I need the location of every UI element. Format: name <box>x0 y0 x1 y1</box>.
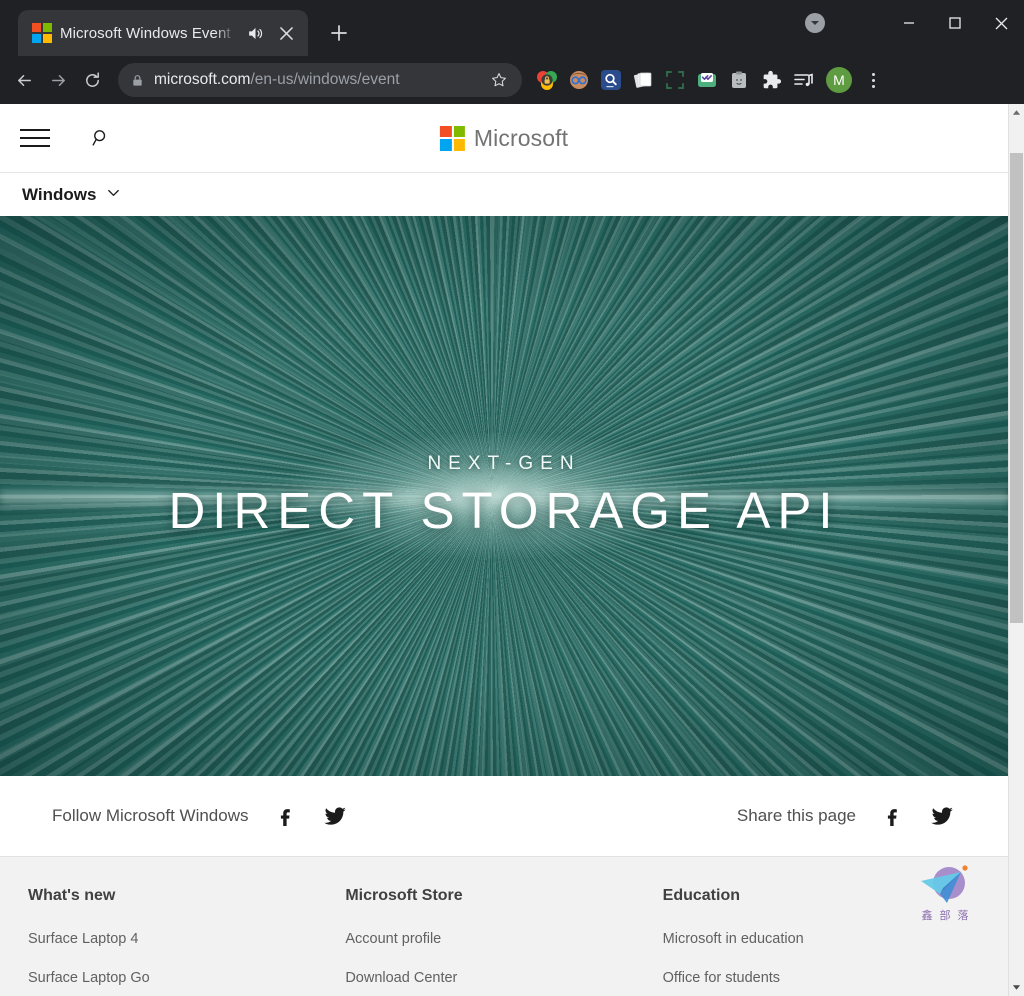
facebook-icon[interactable] <box>271 802 299 830</box>
microsoft-site-header: Microsoft <box>0 104 1008 172</box>
page-viewport: Microsoft Windows NEXT-GEN DIRECT STORAG… <box>0 104 1024 996</box>
url-path: /en-us/windows/event <box>250 71 400 88</box>
footer-link[interactable]: Office for students <box>663 970 980 986</box>
close-window-button[interactable] <box>978 0 1024 46</box>
speaker-playing-icon[interactable] <box>244 22 266 44</box>
chevron-down-icon[interactable] <box>106 185 121 205</box>
avatar-glasses-icon[interactable] <box>566 67 592 93</box>
watermark-text: 鑫 部 落 <box>921 910 971 922</box>
screenshot-select-icon[interactable] <box>662 67 688 93</box>
new-tab-button[interactable] <box>322 16 356 50</box>
microsoft-logo[interactable]: Microsoft <box>439 124 569 152</box>
tab-close-icon[interactable] <box>274 21 298 45</box>
search-icon[interactable] <box>84 121 118 155</box>
reload-icon[interactable] <box>76 64 108 96</box>
puzzle-extensions-icon[interactable] <box>758 67 784 93</box>
hamburger-menu-icon[interactable] <box>20 121 54 155</box>
social-bar: Follow Microsoft Windows Share this page <box>0 776 1008 856</box>
footer-link[interactable]: Surface Laptop Go <box>28 970 345 986</box>
scroll-down-arrow-icon[interactable] <box>1009 979 1024 996</box>
facebook-icon[interactable] <box>878 802 906 830</box>
forward-arrow-icon[interactable] <box>42 64 74 96</box>
back-arrow-icon[interactable] <box>8 64 40 96</box>
scrollbar-thumb[interactable] <box>1010 153 1023 623</box>
tab-strip: Microsoft Windows Event - <box>0 0 1024 56</box>
site-footer: What's new Surface Laptop 4 Surface Lapt… <box>0 856 1008 996</box>
window-controls <box>798 0 1024 46</box>
maximize-button[interactable] <box>932 0 978 46</box>
footer-link[interactable]: Microsoft in education <box>663 931 980 947</box>
footer-column-title: Microsoft Store <box>345 887 463 904</box>
url-text: microsoft.com/en-us/windows/event <box>154 71 478 89</box>
browser-toolbar: microsoft.com/en-us/windows/event M <box>0 56 1024 104</box>
site-subnav: Windows <box>0 172 1008 216</box>
address-bar[interactable]: microsoft.com/en-us/windows/event <box>118 63 522 97</box>
hero-banner: NEXT-GEN DIRECT STORAGE API <box>0 216 1008 776</box>
password-manager-icon[interactable] <box>534 67 560 93</box>
scroll-up-arrow-icon[interactable] <box>1009 104 1024 121</box>
subnav-item-windows[interactable]: Windows <box>22 185 96 205</box>
url-domain: microsoft.com <box>154 71 251 88</box>
extension-icons: M <box>534 67 886 93</box>
search-extension-icon[interactable] <box>598 67 624 93</box>
web-page-content: Microsoft Windows NEXT-GEN DIRECT STORAG… <box>0 104 1008 996</box>
watermark-mark-icon <box>915 863 977 909</box>
footer-column-microsoft-store: Microsoft Store Account profile Download… <box>345 887 662 996</box>
tab-search-button[interactable] <box>798 6 832 40</box>
footer-columns: What's new Surface Laptop 4 Surface Lapt… <box>0 887 1008 996</box>
twitter-icon[interactable] <box>928 802 956 830</box>
minimize-button[interactable] <box>886 0 932 46</box>
share-label: Share this page <box>736 806 856 825</box>
footer-link[interactable]: Download Center <box>345 970 662 986</box>
browser-tab[interactable]: Microsoft Windows Event - <box>18 10 308 56</box>
hero-kicker: NEXT-GEN <box>427 452 581 474</box>
star-icon[interactable] <box>488 69 510 91</box>
media-playlist-icon[interactable] <box>790 67 816 93</box>
lock-icon <box>130 73 144 87</box>
microsoft-logo-favicon <box>32 23 52 43</box>
scrollbar-track[interactable] <box>1009 121 1024 979</box>
three-dot-menu-icon[interactable] <box>860 67 886 93</box>
page-scrollbar[interactable] <box>1008 104 1024 996</box>
footer-link[interactable]: Surface Laptop 4 <box>28 931 345 947</box>
microsoft-logo-text: Microsoft <box>473 124 569 151</box>
mail-envelope-icon[interactable] <box>694 67 720 93</box>
profile-avatar[interactable]: M <box>826 67 852 93</box>
clipboard-icon[interactable] <box>726 67 752 93</box>
footer-column-whats-new: What's new Surface Laptop 4 Surface Lapt… <box>28 887 345 996</box>
follow-group: Follow Microsoft Windows <box>52 802 349 830</box>
documents-icon[interactable] <box>630 67 656 93</box>
twitter-icon[interactable] <box>321 802 349 830</box>
hero-headline: DIRECT STORAGE API <box>168 481 840 539</box>
footer-column-title: What's new <box>28 887 116 904</box>
browser-window: Microsoft Windows Event - microsoft.com/… <box>0 0 1024 996</box>
footer-link[interactable]: Account profile <box>345 931 662 947</box>
follow-label: Follow Microsoft Windows <box>52 806 249 825</box>
tab-title: Microsoft Windows Event - <box>60 24 236 42</box>
microsoft-logo-squares <box>439 125 465 151</box>
watermark-logo: 鑫 部 落 <box>908 863 984 923</box>
hero-text-block: NEXT-GEN DIRECT STORAGE API <box>0 216 1008 776</box>
share-group: Share this page <box>737 802 956 830</box>
